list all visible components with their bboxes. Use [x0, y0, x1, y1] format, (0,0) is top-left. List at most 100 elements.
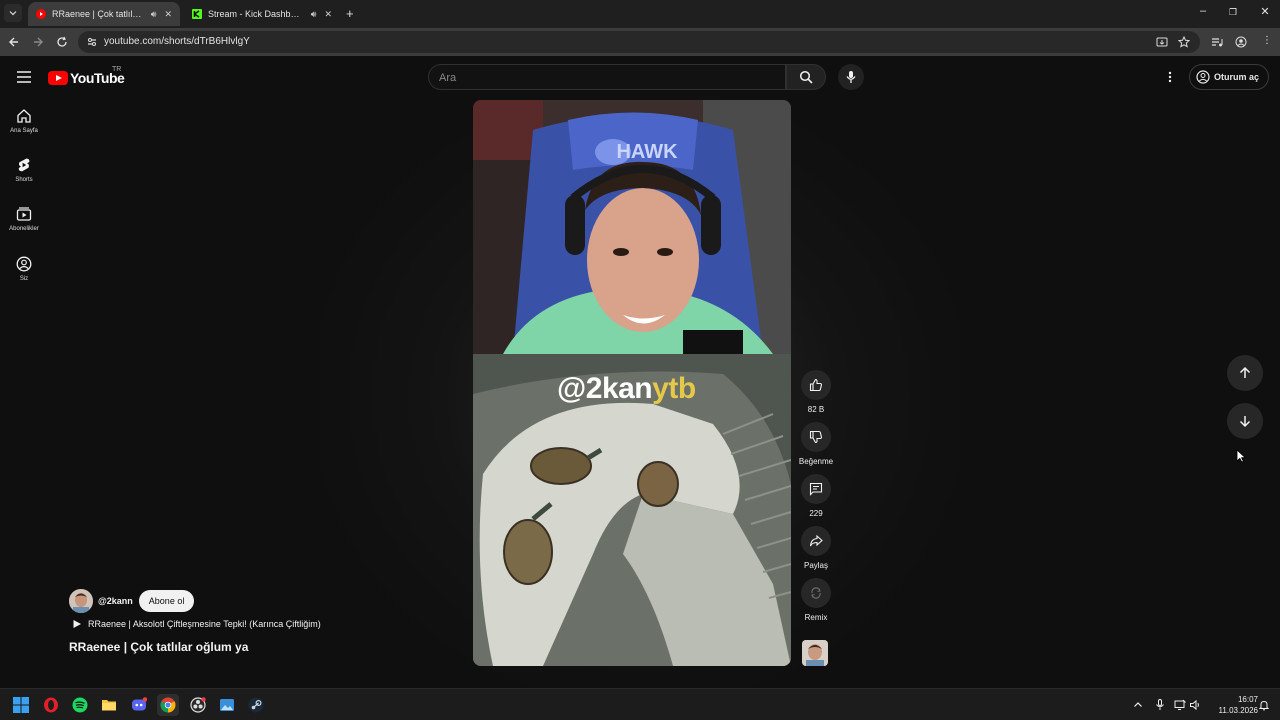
remix-label: Remix	[804, 613, 828, 622]
share-label: Paylaş	[803, 561, 828, 570]
arrow-left-icon	[9, 37, 18, 47]
youtube-play-logo-icon	[48, 71, 68, 85]
network-icon	[1174, 699, 1186, 710]
windows-start-button[interactable]	[10, 694, 32, 716]
taskbar-spotify[interactable]	[69, 694, 91, 716]
browser-tab-kick[interactable]: Stream - Kick Dashboard 🔊︎ ✕	[184, 2, 340, 26]
thumbs-down-icon	[809, 430, 823, 444]
home-icon	[17, 109, 31, 123]
profile-icon[interactable]	[1235, 36, 1247, 48]
remix-button[interactable]: Remix	[798, 578, 834, 622]
back-button[interactable]	[6, 34, 22, 50]
reload-button[interactable]	[54, 34, 70, 50]
tab-search-button[interactable]	[4, 4, 22, 22]
notifications-button[interactable]	[1257, 698, 1271, 712]
tab-title: Stream - Kick Dashboard	[208, 9, 303, 19]
like-button[interactable]: 82 B	[798, 370, 834, 414]
taskbar-opera[interactable]	[40, 694, 62, 716]
channel-avatar[interactable]	[69, 589, 93, 613]
short-video-player[interactable]: HAWK @2kanytb	[473, 100, 791, 666]
speaker-icon[interactable]: 🔊︎	[151, 9, 157, 20]
mouse-cursor-icon	[1236, 449, 1246, 463]
sidebar-item-home[interactable]: Ana Sayfa	[0, 108, 48, 152]
tray-microphone[interactable]	[1153, 698, 1167, 712]
obs-icon	[190, 697, 206, 713]
share-button[interactable]: Paylaş	[798, 526, 834, 570]
media-controls-icon[interactable]	[1211, 36, 1223, 48]
channel-avatar-image	[802, 640, 828, 666]
comment-count: 229	[809, 509, 823, 518]
tray-network[interactable]	[1173, 698, 1187, 712]
play-icon	[73, 620, 81, 628]
search-icon	[799, 70, 813, 84]
taskbar-file-explorer[interactable]	[98, 694, 120, 716]
browser-menu-icon[interactable]: ⋮	[1262, 35, 1272, 46]
search-box	[428, 64, 786, 90]
arrow-down-icon	[1239, 416, 1251, 428]
address-bar[interactable]: youtube.com/shorts/dTrB6HlvlgY	[78, 31, 1200, 53]
related-video-title: RRaenee | Aksolotl Çiftleşmesine Tepki! …	[88, 619, 321, 629]
clock-time: 16:07	[1237, 695, 1258, 704]
sidebar-item-you[interactable]: Siz	[0, 256, 48, 300]
new-tab-button[interactable]: +	[346, 6, 354, 21]
youtube-page: YouTube TR Oturum aç Ana Sayfa Shorts Ab…	[0, 56, 1280, 688]
close-tab-icon[interactable]: ✕	[324, 9, 332, 20]
search-input[interactable]	[439, 70, 769, 86]
steam-icon	[248, 697, 264, 713]
taskbar-obs[interactable]	[187, 694, 209, 716]
subscribe-button[interactable]: Abone ol	[138, 590, 195, 612]
related-video-link[interactable]: RRaenee | Aksolotl Çiftleşmesine Tepki! …	[72, 619, 321, 629]
browser-tab-strip: RRaenee | Çok tatlılar oğlum ya - YouTub…	[0, 0, 1280, 28]
show-hidden-icons-button[interactable]	[1131, 698, 1145, 712]
sidebar-item-label: Siz	[19, 276, 29, 282]
close-tab-icon[interactable]: ✕	[164, 9, 172, 20]
site-info-icon[interactable]	[86, 36, 98, 48]
taskbar-chrome[interactable]	[157, 694, 179, 716]
taskbar-discord[interactable]	[128, 694, 150, 716]
forward-button[interactable]	[30, 34, 46, 50]
chevron-up-icon	[1134, 702, 1142, 707]
minimize-button[interactable]: –	[1188, 5, 1218, 17]
signin-button[interactable]: Oturum aç	[1189, 64, 1269, 90]
chevron-down-icon	[9, 11, 17, 16]
taskbar-photos[interactable]	[216, 694, 238, 716]
arrow-up-icon	[1239, 366, 1251, 378]
sidebar-item-shorts[interactable]: Shorts	[0, 157, 48, 201]
remix-icon	[811, 587, 821, 599]
hamburger-menu-icon[interactable]	[16, 70, 32, 84]
settings-more-button[interactable]	[1162, 68, 1178, 86]
previous-short-button[interactable]	[1227, 355, 1263, 391]
comment-icon	[809, 482, 823, 496]
sidebar-item-subscriptions[interactable]: Abonelikler	[0, 206, 48, 250]
close-window-button[interactable]: ✕	[1250, 5, 1280, 18]
reload-icon	[57, 36, 67, 47]
channel-row: @2kann Abone ol	[69, 589, 195, 613]
search-button[interactable]	[786, 64, 826, 90]
bookmark-star-icon[interactable]	[1178, 36, 1190, 48]
thumbs-up-icon	[809, 378, 823, 392]
clock-date: 11.03.2026	[1218, 706, 1258, 715]
restore-button[interactable]: ❐	[1218, 7, 1248, 18]
speaker-icon[interactable]: 🔊︎	[311, 9, 317, 20]
photos-icon	[220, 699, 234, 711]
arrow-right-icon	[34, 37, 43, 47]
sidebar-item-label: Shorts	[15, 177, 33, 183]
youtube-logo[interactable]: YouTube TR	[48, 66, 125, 86]
you-icon	[16, 256, 32, 272]
channel-handle[interactable]: @2kann	[98, 596, 133, 606]
taskbar-steam[interactable]	[245, 694, 267, 716]
video-watermark: @2kanytb	[557, 372, 696, 406]
dislike-button[interactable]: Beğenme	[798, 422, 834, 466]
comments-button[interactable]: 229	[798, 474, 834, 518]
discord-icon	[132, 697, 147, 711]
sound-source-thumbnail[interactable]	[802, 640, 828, 666]
next-short-button[interactable]	[1227, 403, 1263, 439]
voice-search-button[interactable]	[838, 64, 864, 90]
url-text: youtube.com/shorts/dTrB6HlvlgY	[104, 36, 250, 47]
install-app-icon[interactable]	[1156, 36, 1168, 48]
browser-tab-youtube[interactable]: RRaenee | Çok tatlılar oğlum ya - YouTub…	[28, 2, 180, 26]
short-title: RRaenee | Çok tatlılar oğlum ya	[69, 640, 249, 654]
webcam-frame: HAWK	[473, 100, 791, 354]
system-clock[interactable]: 16:07 11.03.2026	[1206, 694, 1258, 716]
tray-volume[interactable]	[1188, 698, 1202, 712]
